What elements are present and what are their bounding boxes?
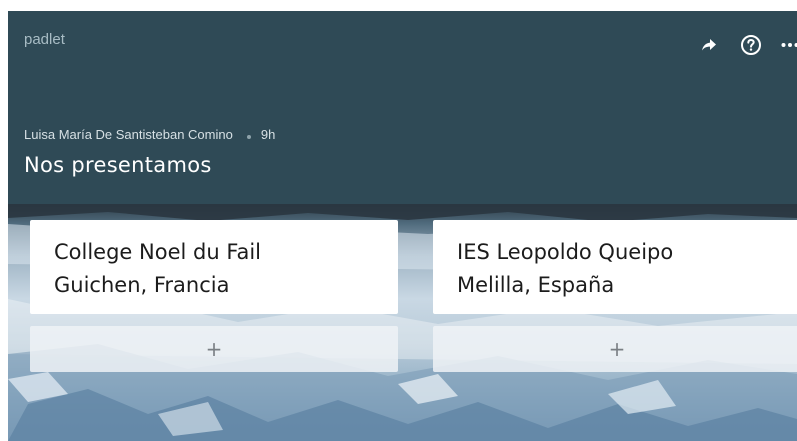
add-post-button[interactable]: +: [30, 326, 398, 372]
section-title-line1: IES Leopoldo Queipo: [457, 240, 674, 264]
post-time: 9h: [260, 127, 276, 142]
section-title-line2: Melilla, España: [457, 273, 615, 297]
author-name: Luisa María De Santisteban Comino: [24, 127, 233, 142]
board-header: padlet Luisa María De Santisteban Comino…: [8, 11, 797, 204]
section-title[interactable]: IES Leopoldo Queipo Melilla, España: [433, 220, 797, 314]
share-icon[interactable]: [697, 33, 721, 57]
more-icon[interactable]: [781, 33, 797, 57]
board-area: College Noel du Fail Guichen, Francia + …: [8, 204, 797, 441]
section-title-line2: Guichen, Francia: [54, 273, 230, 297]
padlet-window: padlet Luisa María De Santisteban Comino…: [8, 11, 797, 441]
section-title[interactable]: College Noel du Fail Guichen, Francia: [30, 220, 398, 314]
header-toolbar: [697, 33, 797, 57]
section-column: College Noel du Fail Guichen, Francia +: [30, 220, 398, 372]
section-title-line1: College Noel du Fail: [54, 240, 262, 264]
separator-dot: [246, 134, 251, 139]
help-icon[interactable]: [739, 33, 763, 57]
add-post-button[interactable]: +: [433, 326, 797, 372]
section-column: IES Leopoldo Queipo Melilla, España +: [433, 220, 797, 372]
padlet-logo[interactable]: padlet: [24, 31, 65, 48]
page-title: Nos presentamos: [24, 153, 212, 177]
post-meta: Luisa María De Santisteban Comino 9h: [24, 127, 275, 142]
